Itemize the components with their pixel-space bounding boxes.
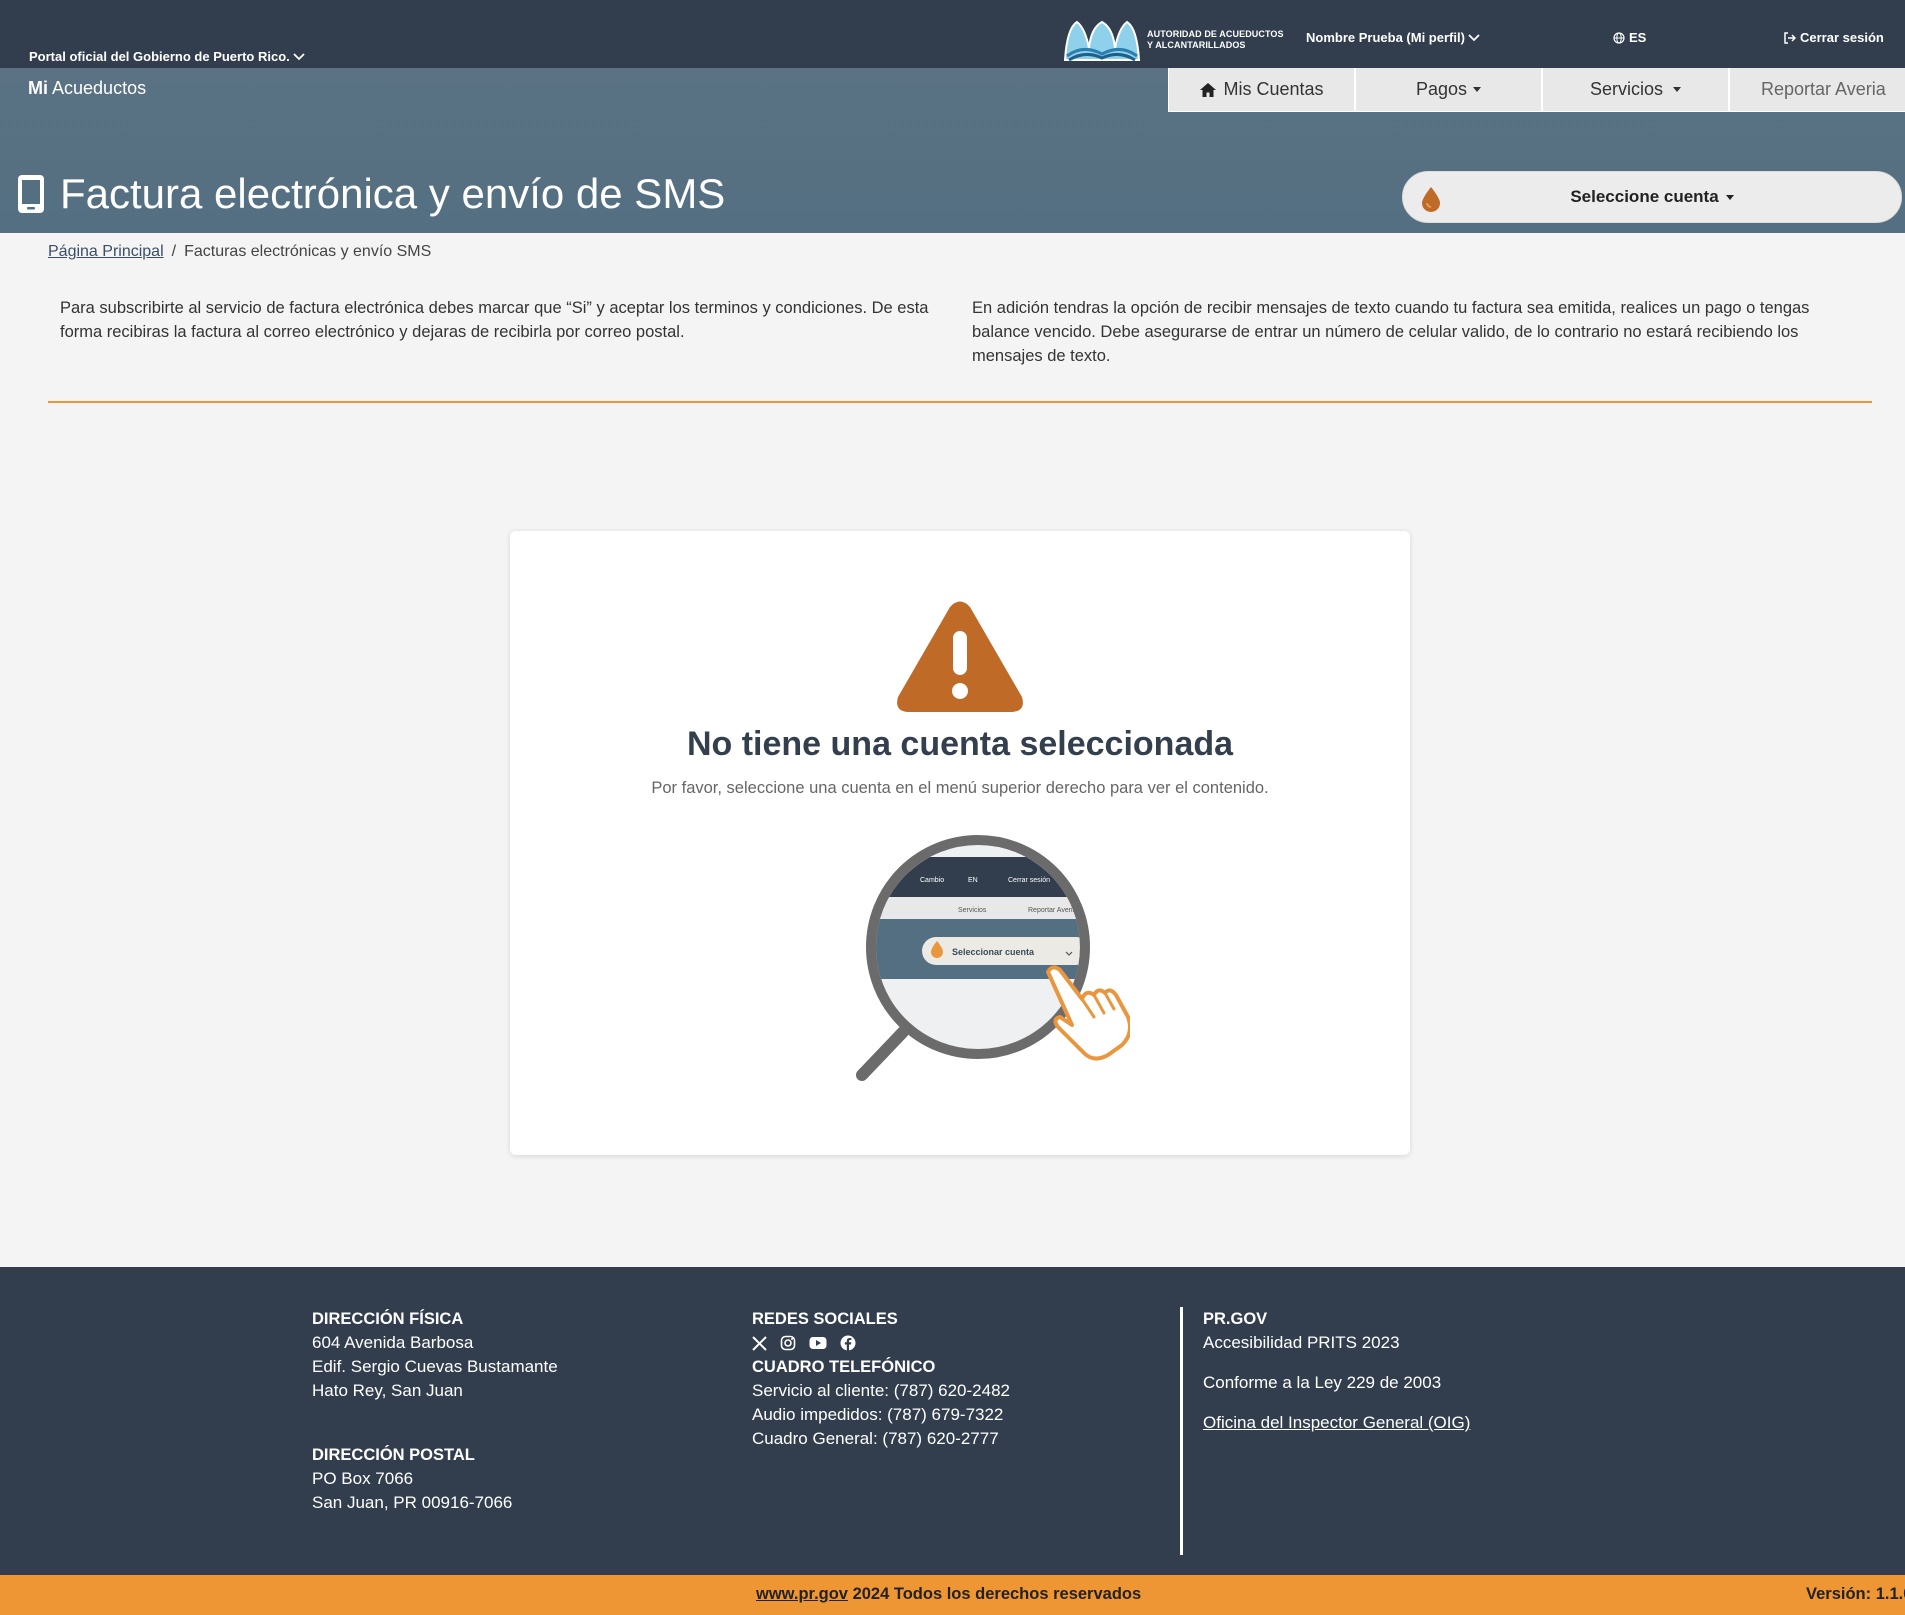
version-label: Versión: 1.1.0	[1806, 1585, 1905, 1603]
card-title: No tiene una cuenta seleccionada	[686, 725, 1234, 763]
gov-portal-label: Portal oficial del Gobierno de Puerto Ri…	[29, 49, 290, 64]
no-account-card: No tiene una cuenta seleccionada Por fav…	[510, 531, 1410, 1155]
water-drop-icon	[1422, 187, 1440, 212]
postal-address-title: DIRECCIÓN POSTAL	[312, 1446, 475, 1464]
globe-icon	[1613, 31, 1625, 44]
caret-down-icon	[1473, 87, 1482, 92]
physical-address-line: Edif. Sergio Cuevas Bustamante	[312, 1357, 558, 1376]
lens-top-text-3: Cerrar sesión	[1008, 877, 1050, 884]
nav-servicios[interactable]: Servicios	[1542, 68, 1729, 112]
intro-einvoice-text: Para subscribirte al servicio de factura…	[60, 299, 929, 341]
copyright-bar: www.pr.gov 2024 Todos los derechos reser…	[0, 1575, 1905, 1615]
footer-contact-column: REDES SOCIALES CUADRO TELEFÓNICO Servici…	[752, 1307, 1010, 1451]
footer-prgov-column: PR.GOV Accesibilidad PRITS 2023 Conforme…	[1203, 1307, 1470, 1435]
orange-divider	[48, 401, 1872, 403]
home-icon	[1200, 82, 1217, 97]
language-selector[interactable]: ES	[1613, 30, 1646, 45]
brand-link[interactable]: Mi Acueductos	[28, 78, 146, 99]
copyright-rights: 2024 Todos los derechos reservados	[852, 1585, 1142, 1603]
lens-top-text-1: Cambio	[920, 877, 944, 884]
nav-pagos-label: Pagos	[1415, 79, 1468, 99]
sign-out-icon	[1784, 31, 1796, 44]
prgov-title: PR.GOV	[1203, 1310, 1268, 1328]
footer: DIRECCIÓN FÍSICA 604 Avenida Barbosa Edi…	[0, 1267, 1905, 1575]
gov-portal-link[interactable]: Portal oficial del Gobierno de Puerto Ri…	[29, 49, 305, 64]
header-banner: Mi Acueductos Mis Cuentas Pagos Servicio…	[0, 68, 1905, 233]
instagram-icon[interactable]	[780, 1335, 796, 1351]
phone-title: CUADRO TELEFÓNICO	[752, 1358, 936, 1376]
chevron-down-icon	[1468, 33, 1480, 41]
nav-mis-cuentas[interactable]: Mis Cuentas	[1168, 68, 1355, 112]
logo-line1: AUTORIDAD DE ACUEDUCTOS	[1147, 29, 1284, 39]
profile-label: Nombre Prueba (Mi perfil)	[1306, 30, 1465, 45]
prgov-law: Conforme a la Ley 229 de 2003	[1203, 1373, 1442, 1392]
lens-top-text-2: EN	[968, 877, 978, 884]
caret-down-icon	[1725, 194, 1734, 200]
prgov-accessibility: Accesibilidad PRITS 2023	[1203, 1333, 1400, 1352]
x-twitter-icon[interactable]	[752, 1335, 767, 1351]
breadcrumb-current: Facturas electrónicas y envío SMS	[184, 243, 432, 260]
mobile-phone-icon	[18, 175, 44, 213]
card-subtitle: Por favor, seleccione una cuenta en el m…	[651, 779, 1269, 797]
footer-address-column: DIRECCIÓN FÍSICA 604 Avenida Barbosa Edi…	[312, 1307, 558, 1515]
facebook-icon[interactable]	[840, 1335, 856, 1351]
prgov-home-link[interactable]: www.pr.gov	[756, 1585, 848, 1603]
page-title: Factura electrónica y envío de SMS	[16, 170, 725, 218]
breadcrumb-separator: /	[171, 243, 177, 260]
breadcrumb: Página Principal / Facturas electrónicas…	[48, 243, 431, 261]
oig-link[interactable]: Oficina del Inspector General (OIG)	[1203, 1413, 1470, 1432]
phone-line: Cuadro General: (787) 620-2777	[752, 1429, 999, 1448]
nav-reportar-averia[interactable]: Reportar Averia	[1729, 68, 1905, 112]
logo-line2: Y ALCANTARILLADOS	[1147, 40, 1246, 50]
social-title: REDES SOCIALES	[752, 1310, 898, 1328]
nav-servicios-label: Servicios	[1589, 79, 1664, 99]
main-nav: Mis Cuentas Pagos Servicios Reportar Ave…	[1168, 68, 1905, 112]
magnifier-handle	[856, 1026, 909, 1081]
youtube-icon[interactable]	[809, 1336, 827, 1350]
magnifier-illustration: Cambio EN Cerrar sesión Servicios Report…	[856, 835, 1130, 1081]
caret-down-icon	[1673, 87, 1682, 92]
physical-address-line: Hato Rey, San Juan	[312, 1381, 463, 1400]
top-bar: Portal oficial del Gobierno de Puerto Ri…	[0, 0, 1905, 68]
lens-select-label: Seleccionar cuenta	[952, 947, 1035, 957]
phone-line: Audio impedidos: (787) 679-7322	[752, 1405, 1004, 1424]
water-waves-logo-icon	[1063, 20, 1141, 62]
page-title-text: Factura electrónica y envío de SMS	[60, 170, 726, 217]
logout-button[interactable]: Cerrar sesión	[1783, 30, 1884, 45]
account-select-label: Seleccione cuenta	[1570, 187, 1719, 206]
chevron-down-icon	[293, 52, 305, 60]
postal-address-line: San Juan, PR 00916-7066	[312, 1493, 513, 1512]
social-links	[752, 1331, 1010, 1355]
logout-label: Cerrar sesión	[1800, 30, 1884, 45]
postal-address-line: PO Box 7066	[312, 1469, 414, 1488]
nav-reportar-label: Reportar Averia	[1761, 79, 1886, 99]
language-label: ES	[1629, 30, 1647, 45]
breadcrumb-home[interactable]: Página Principal	[48, 243, 164, 261]
physical-address-line: 604 Avenida Barbosa	[312, 1333, 474, 1352]
intro-sms-text: En adición tendras la opción de recibir …	[972, 299, 1810, 365]
warning-triangle-icon	[897, 601, 1023, 712]
footer-vertical-divider	[1180, 1307, 1183, 1555]
nav-pagos[interactable]: Pagos	[1355, 68, 1542, 112]
brand-rest: Acueductos	[52, 78, 147, 98]
physical-address-title: DIRECCIÓN FÍSICA	[312, 1310, 464, 1328]
brand-bold: Mi	[28, 78, 48, 98]
phone-line: Servicio al cliente: (787) 620-2482	[752, 1381, 1010, 1400]
nav-mis-cuentas-label: Mis Cuentas	[1223, 79, 1324, 99]
aaa-logo-text: AUTORIDAD DE ACUEDUCTOS Y ALCANTARILLADO…	[1147, 29, 1284, 51]
copyright-text: www.pr.gov 2024 Todos los derechos reser…	[756, 1585, 1141, 1604]
lens-nav-text-1: Servicios	[958, 907, 987, 914]
profile-menu[interactable]: Nombre Prueba (Mi perfil)	[1306, 30, 1480, 45]
account-select[interactable]: Seleccione cuenta	[1402, 171, 1902, 223]
aaa-logo[interactable]: AUTORIDAD DE ACUEDUCTOS Y ALCANTARILLADO…	[1063, 18, 1284, 62]
